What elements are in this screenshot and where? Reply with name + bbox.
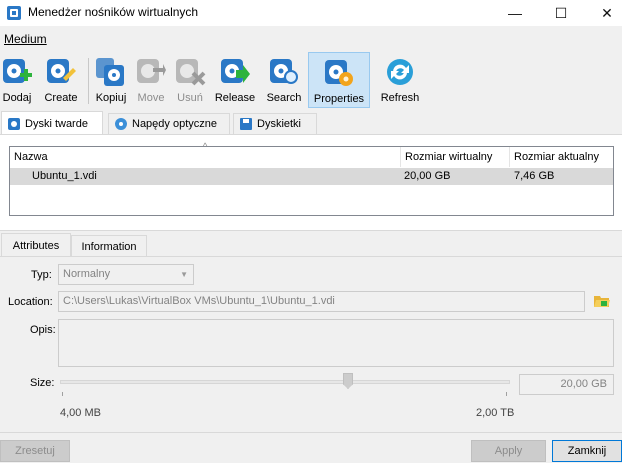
size-field[interactable]: 20,00 GB bbox=[519, 374, 614, 395]
row-virtual-size: 20,00 GB bbox=[404, 170, 451, 182]
menu-bar bbox=[0, 28, 622, 48]
menu-medium[interactable]: Medium bbox=[4, 32, 47, 46]
refresh-icon bbox=[387, 59, 413, 85]
tab-hard-disks[interactable]: Dyski twarde bbox=[1, 111, 103, 135]
close-button[interactable]: Zamknij bbox=[552, 440, 622, 462]
slider-tick bbox=[62, 392, 63, 396]
toolbar-separator bbox=[88, 58, 89, 104]
properties-button[interactable]: Properties bbox=[308, 52, 370, 108]
folder-open-icon[interactable] bbox=[593, 292, 611, 310]
release-label: Release bbox=[214, 92, 256, 104]
virtualbox-icon bbox=[7, 6, 21, 20]
add-button[interactable]: Dodaj bbox=[1, 52, 33, 108]
apply-button[interactable]: Apply bbox=[471, 440, 546, 462]
optical-disc-icon bbox=[115, 118, 127, 130]
remove-label: Usuń bbox=[177, 92, 203, 104]
description-field[interactable] bbox=[58, 319, 614, 367]
close-window-button[interactable]: ✕ bbox=[584, 0, 622, 26]
move-label: Move bbox=[137, 92, 165, 104]
release-disk-icon bbox=[221, 59, 250, 83]
tab-optical-drives[interactable]: Napędy optyczne bbox=[108, 113, 230, 134]
description-label: Opis: bbox=[30, 324, 56, 336]
media-table[interactable]: ^ Nazwa Rozmiar wirtualny Rozmiar aktual… bbox=[9, 141, 614, 216]
search-label: Search bbox=[266, 92, 302, 104]
refresh-label: Refresh bbox=[380, 92, 420, 104]
column-header-name[interactable]: Nazwa bbox=[10, 147, 401, 167]
floppy-icon bbox=[240, 118, 252, 130]
size-max-label: 2,00 TB bbox=[476, 407, 515, 419]
row-name: Ubuntu_1.vdi bbox=[32, 170, 97, 182]
type-select[interactable]: Normalny ▼ bbox=[58, 264, 194, 285]
hard-disk-icon bbox=[8, 117, 20, 130]
remove-disk-icon bbox=[176, 59, 206, 86]
size-min-label: 4,00 MB bbox=[60, 407, 101, 419]
reset-button[interactable]: Zresetuj bbox=[0, 440, 70, 462]
window-title: Menedżer nośników wirtualnych bbox=[28, 5, 199, 19]
refresh-button[interactable]: Refresh bbox=[378, 52, 422, 108]
move-disk-icon bbox=[137, 59, 166, 83]
copy-disk-icon bbox=[96, 58, 124, 86]
size-label: Size: bbox=[30, 377, 55, 389]
copy-button[interactable]: Kopiuj bbox=[94, 52, 128, 108]
tab-attributes[interactable]: Attributes bbox=[1, 233, 71, 257]
type-label: Typ: bbox=[31, 269, 52, 281]
create-button[interactable]: Create bbox=[42, 52, 80, 108]
column-header-virtual-size[interactable]: Rozmiar wirtualny bbox=[401, 147, 510, 167]
maximize-button[interactable]: ☐ bbox=[538, 0, 584, 26]
row-actual-size: 7,46 GB bbox=[514, 170, 555, 182]
properties-gear-icon bbox=[325, 60, 353, 86]
add-label: Dodaj bbox=[2, 92, 32, 104]
minimize-button[interactable]: — bbox=[492, 0, 538, 26]
tab-floppy[interactable]: Dyskietki bbox=[233, 113, 317, 134]
type-value: Normalny bbox=[63, 268, 111, 280]
table-row[interactable]: Ubuntu_1.vdi 20,00 GB 7,46 GB bbox=[10, 168, 613, 185]
create-disk-icon bbox=[47, 59, 76, 83]
column-header-actual-size[interactable]: Rozmiar aktualny bbox=[510, 147, 613, 167]
tab-optical-label: Napędy optyczne bbox=[132, 118, 217, 130]
add-disk-icon bbox=[3, 59, 32, 83]
location-label: Location: bbox=[8, 296, 53, 308]
copy-label: Kopiuj bbox=[95, 92, 127, 104]
tab-hard-disks-label: Dyski twarde bbox=[25, 117, 88, 130]
tab-information-label: Information bbox=[81, 240, 137, 253]
create-label: Create bbox=[44, 92, 78, 104]
tab-floppy-label: Dyskietki bbox=[257, 118, 302, 130]
release-button[interactable]: Release bbox=[214, 52, 256, 108]
tab-attributes-label: Attributes bbox=[12, 239, 60, 252]
properties-label: Properties bbox=[313, 93, 365, 105]
slider-tick bbox=[506, 392, 507, 396]
move-button[interactable]: Move bbox=[134, 52, 168, 108]
remove-button[interactable]: Usuń bbox=[173, 52, 207, 108]
search-disk-icon bbox=[270, 59, 298, 84]
tab-information[interactable]: Information bbox=[71, 235, 147, 257]
chevron-down-icon: ▼ bbox=[180, 270, 188, 279]
location-field[interactable]: C:\Users\Lukas\VirtualBox VMs\Ubuntu_1\U… bbox=[58, 291, 585, 312]
search-button[interactable]: Search bbox=[265, 52, 303, 108]
size-slider-track[interactable] bbox=[60, 380, 510, 384]
